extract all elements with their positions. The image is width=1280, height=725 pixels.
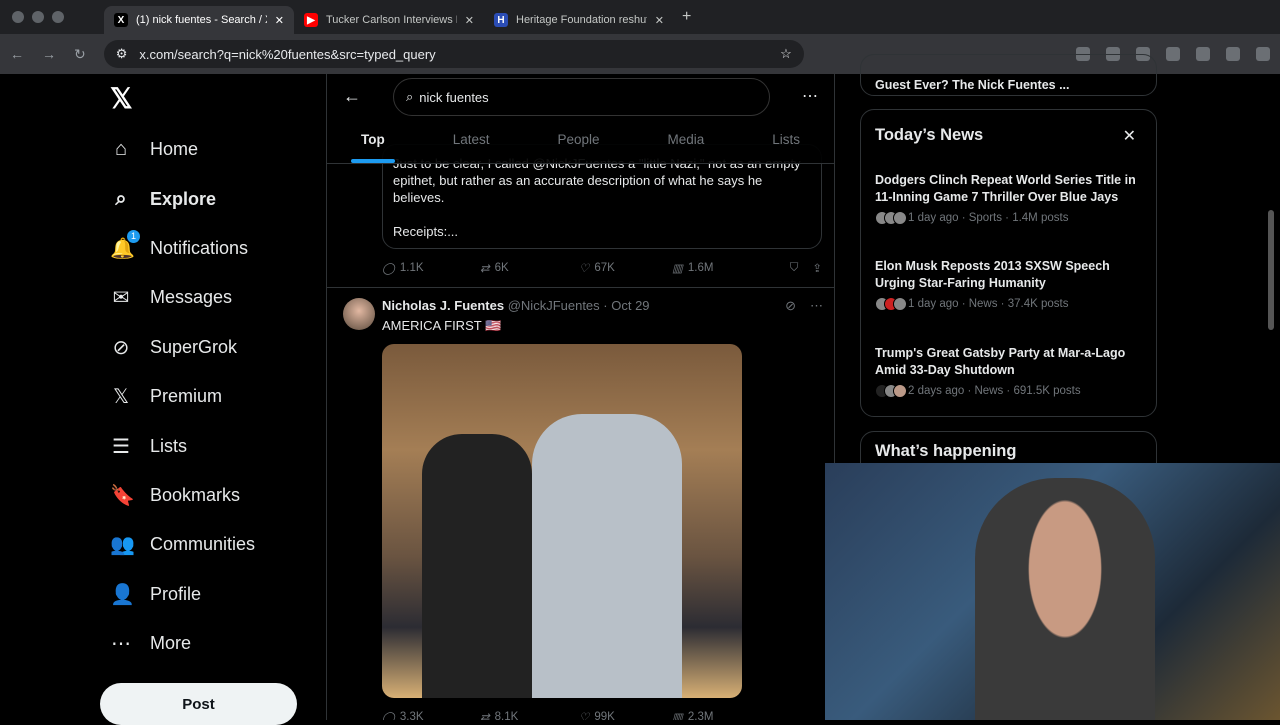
views-icon: ▥ xyxy=(672,263,683,275)
tab-lists[interactable]: Lists xyxy=(772,126,800,153)
views-button[interactable]: ▥ 1.6M xyxy=(672,261,790,275)
heritage-icon: H xyxy=(494,13,508,27)
share-icon[interactable]: ⇪ xyxy=(812,261,822,275)
tweet-actions: ◯ 3.3K ⇄ 8.1K ♡ 99K ▥ 2.3M xyxy=(382,710,822,720)
notification-badge: 1 xyxy=(127,229,140,243)
profile-avatar[interactable] xyxy=(1256,47,1270,61)
tweet-menu: ⊘ ⋯ xyxy=(785,298,823,314)
bookmark-icon[interactable]: ⛉ xyxy=(790,262,799,275)
more-icon: ⋯ xyxy=(111,633,131,656)
bookmark-icon: 🔖 xyxy=(110,484,135,507)
repost-icon: ⇄ xyxy=(480,263,490,275)
news-item[interactable]: Trump's Great Gatsby Party at Mar-a-Lago… xyxy=(875,345,1150,398)
close-tab-icon[interactable]: ✕ xyxy=(465,14,474,27)
extension-icon[interactable] xyxy=(1196,47,1210,61)
tab-people[interactable]: People xyxy=(557,126,599,153)
reply-icon: ◯ xyxy=(382,712,395,720)
mail-icon: ✉ xyxy=(112,287,130,310)
x-icon: X xyxy=(114,13,128,27)
reload-icon[interactable]: ↻ xyxy=(74,46,86,63)
browser-tab[interactable]: ▶Tucker Carlson Interviews Nic✕ xyxy=(294,6,484,34)
forward-icon[interactable]: → xyxy=(42,46,56,62)
x-premium-icon: 𝕏 xyxy=(112,386,130,409)
sidebar-item-home[interactable]: ⌂ Home xyxy=(100,125,326,174)
views-button[interactable]: ▥ 2.3M xyxy=(672,710,822,720)
more-options-icon[interactable]: ⋯ xyxy=(802,86,818,106)
tab-top[interactable]: Top xyxy=(351,126,395,163)
close-icon[interactable]: ✕ xyxy=(1123,126,1136,146)
trending-card[interactable]: Guest Ever? The Nick Fuentes ... xyxy=(860,54,1157,96)
search-header: ← ⌕ nick fuentes ⋯ Top Latest People Medi… xyxy=(327,74,834,164)
reply-button[interactable]: ◯ 1.1K xyxy=(382,261,480,275)
tab-media[interactable]: Media xyxy=(667,126,704,153)
browser-tab-strip: X (1) nick fuentes - Search / X ✕ ▶ Tucker … xyxy=(0,0,1280,34)
window-controls[interactable] xyxy=(12,11,64,23)
sidebar-item-lists[interactable]: ☰ Lists xyxy=(100,421,326,470)
heart-icon: ♡ xyxy=(579,263,590,275)
scrollbar[interactable] xyxy=(1268,210,1274,330)
back-arrow-icon[interactable]: ← xyxy=(343,86,361,107)
x-logo-icon[interactable]: 𝕏 xyxy=(110,82,326,115)
site-settings-icon[interactable]: ⚙ xyxy=(116,46,128,62)
news-avatars xyxy=(875,384,907,398)
news-item[interactable]: Elon Musk Reposts 2013 SXSW Speech Urgin… xyxy=(875,258,1150,311)
communities-icon: 👥 xyxy=(110,534,135,557)
sidebar-item-more[interactable]: ⋯ More xyxy=(100,619,326,668)
browser-tab[interactable]: X (1) nick fuentes - Search / X ✕ xyxy=(104,6,294,34)
sidebar-item-communities[interactable]: 👥 Communities xyxy=(100,520,326,569)
views-icon: ▥ xyxy=(672,712,683,720)
like-button[interactable]: ♡ 67K xyxy=(579,261,672,275)
search-icon: ⌕ xyxy=(406,89,414,104)
heart-icon: ♡ xyxy=(579,712,590,720)
news-avatars xyxy=(875,211,907,225)
address-bar[interactable]: ⚙ x.com/search?q=nick%20fuentes&src=typed… xyxy=(103,40,804,68)
close-tab-icon[interactable]: ✕ xyxy=(655,14,664,27)
sidebar-item-premium[interactable]: 𝕏 Premium xyxy=(100,372,326,421)
close-tab-icon[interactable]: ✕ xyxy=(275,14,284,27)
bookmark-star-icon[interactable]: ☆ xyxy=(780,46,792,62)
tweet-author[interactable]: Nicholas J. Fuentes @NickJFuentes · Oct … xyxy=(382,298,650,313)
avatar[interactable] xyxy=(343,298,375,330)
sidebar-item-supergrok[interactable]: ⊘ SuperGrok xyxy=(100,323,326,372)
tab-latest[interactable]: Latest xyxy=(453,126,490,153)
news-avatars xyxy=(875,297,907,311)
tweet-image[interactable] xyxy=(382,344,742,698)
sidebar-item-notifications[interactable]: 🔔 1 Notifications xyxy=(100,224,326,273)
repost-button[interactable]: ⇄ 8.1K xyxy=(480,710,579,720)
repost-button[interactable]: ⇄ 6K xyxy=(480,261,579,275)
profile-icon: 👤 xyxy=(110,583,135,606)
search-tabs: Top Latest People Media Lists xyxy=(327,126,834,163)
search-results: ← ⌕ nick fuentes ⋯ Top Latest People Medi… xyxy=(326,74,835,720)
repost-icon: ⇄ xyxy=(480,712,490,720)
youtube-icon: ▶ xyxy=(304,13,318,27)
tweet-actions: ◯ 1.1K ⇄ 6K ♡ 67K ▥ 1.6M ⛉ ⇪ xyxy=(382,261,822,276)
divider xyxy=(327,287,834,288)
more-options-icon[interactable]: ⋯ xyxy=(810,298,823,314)
sidebar-item-bookmarks[interactable]: 🔖 Bookmarks xyxy=(100,471,326,520)
todays-news-card: Today’s News ✕ Dodgers Clinch Repeat Wor… xyxy=(860,109,1157,417)
new-tab-button[interactable]: + xyxy=(682,8,691,26)
sidebar: 𝕏 ⌂ Home ⌕ Explore 🔔 1 Notifications ✉ Messag… xyxy=(100,74,326,725)
sidebar-item-explore[interactable]: ⌕ Explore xyxy=(100,174,326,223)
download-icon[interactable] xyxy=(1226,47,1240,61)
extension-icon[interactable] xyxy=(1166,47,1180,61)
bell-icon: 🔔 1 xyxy=(110,229,140,261)
list-icon: ☰ xyxy=(112,435,130,458)
sidebar-item-profile[interactable]: 👤 Profile xyxy=(100,570,326,619)
grok-icon: ⊘ xyxy=(112,336,130,359)
post-button[interactable]: Post xyxy=(100,683,297,725)
sidebar-item-messages[interactable]: ✉ Messages xyxy=(100,273,326,322)
search-input[interactable]: ⌕ nick fuentes xyxy=(393,78,770,116)
like-button[interactable]: ♡ 99K xyxy=(579,710,672,720)
browser-tab[interactable]: H Heritage Foundation reshuffle ✕ xyxy=(484,6,674,34)
reply-button[interactable]: ◯ 3.3K xyxy=(382,710,480,720)
back-icon[interactable]: ← xyxy=(10,46,24,62)
news-item[interactable]: Dodgers Clinch Repeat World Series Title… xyxy=(875,172,1150,225)
home-icon: ⌂ xyxy=(114,138,128,161)
search-icon: ⌕ xyxy=(115,187,127,210)
webcam-overlay xyxy=(825,463,1280,720)
reply-icon: ◯ xyxy=(382,263,395,275)
grok-icon[interactable]: ⊘ xyxy=(785,298,796,314)
